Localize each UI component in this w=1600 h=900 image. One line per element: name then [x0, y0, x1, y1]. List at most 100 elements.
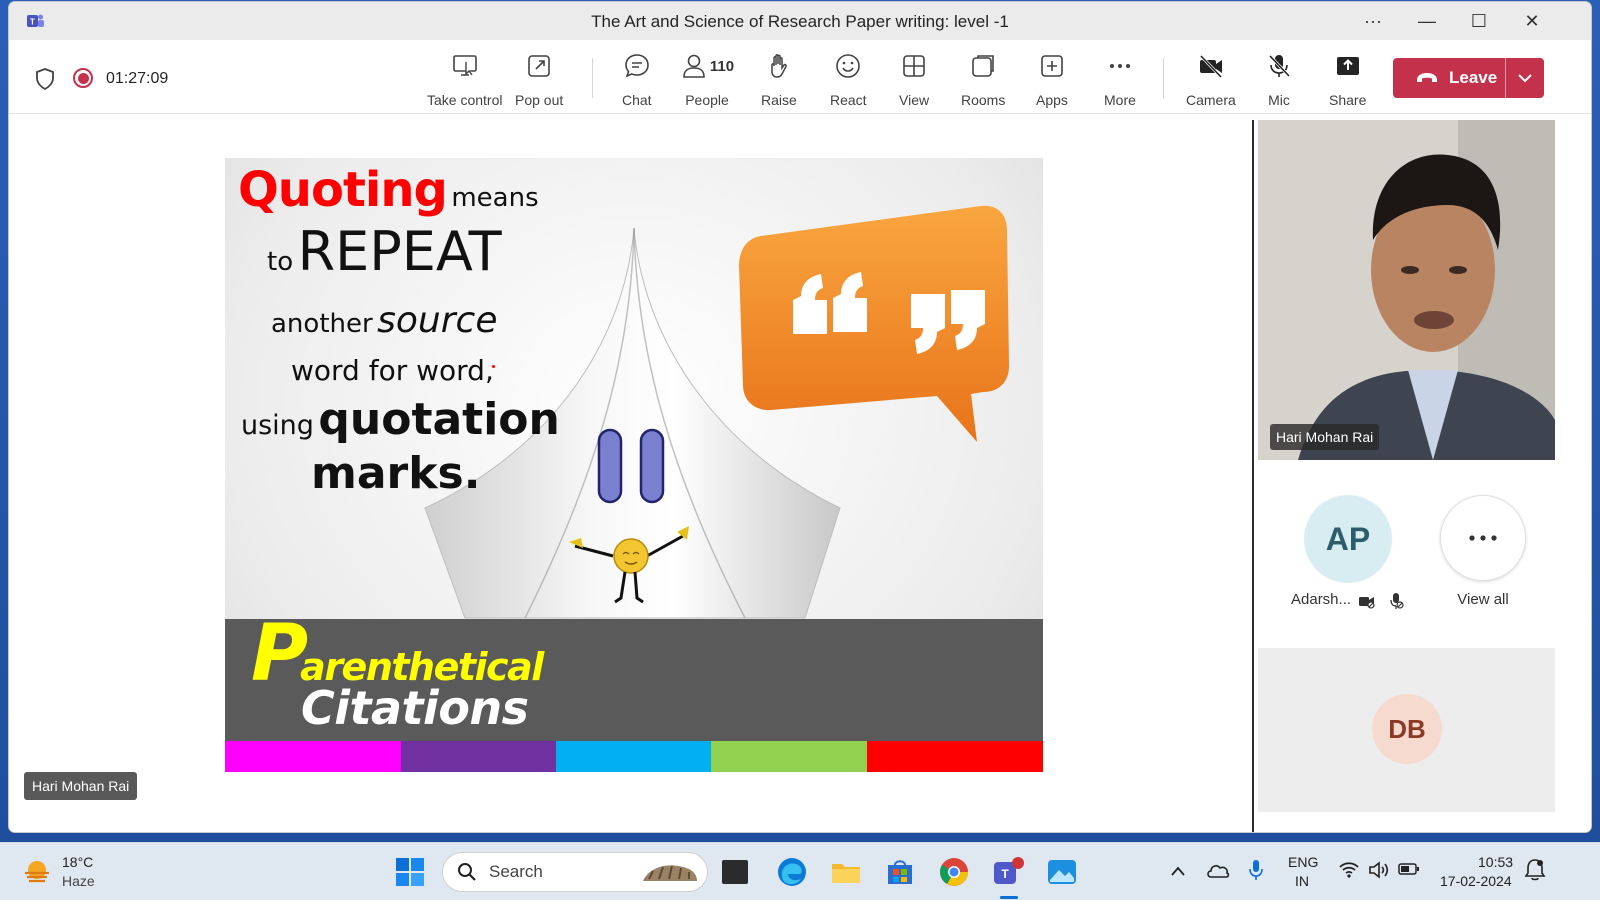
presenter-name-tag: Hari Mohan Rai [24, 772, 138, 800]
slide-line-repeat: to REPEAT [267, 220, 502, 283]
apps-icon [1041, 55, 1063, 77]
weather-haze-icon[interactable] [22, 857, 52, 887]
search-label: Search [489, 862, 543, 881]
search-icon [458, 863, 476, 881]
leave-options-button[interactable] [1506, 73, 1544, 83]
chevron-down-icon [1518, 74, 1532, 83]
slide-word-marks: marks. [311, 448, 481, 499]
onedrive-cloud-icon[interactable] [1206, 861, 1230, 879]
close-button[interactable]: ✕ [1505, 2, 1559, 40]
microsoft-store-icon[interactable] [884, 856, 916, 888]
people-button[interactable]: 110 People [679, 52, 735, 108]
clock-date[interactable]: 17-02-2024 [1440, 872, 1512, 890]
raise-label: Raise [761, 92, 797, 108]
teams-taskbar-icon[interactable]: T [992, 856, 1024, 888]
panel-divider [1252, 120, 1254, 832]
pop-out-button[interactable]: Pop out [515, 52, 563, 108]
phone-hangup-icon [1417, 73, 1437, 82]
windows-taskbar: 18°C Haze Search T ENG IN 10:53 17-02-20… [0, 842, 1600, 900]
share-button[interactable]: Share [1329, 52, 1366, 108]
more-button[interactable]: More [1104, 52, 1136, 108]
participant-tile-db[interactable]: DB [1258, 648, 1555, 812]
participant-avatar-ap[interactable]: AP [1304, 495, 1392, 583]
notification-bell-icon[interactable] [1524, 858, 1546, 882]
raise-hand-button[interactable]: Raise [761, 52, 797, 108]
chrome-browser-icon[interactable] [938, 856, 970, 888]
slide-word-to: to [267, 247, 294, 277]
leave-label: Leave [1449, 68, 1498, 87]
pop-out-icon [528, 55, 550, 77]
take-control-button[interactable]: Take control [427, 52, 502, 108]
more-icon [1109, 64, 1130, 68]
maximize-button[interactable]: ☐ [1452, 2, 1506, 40]
clock-time[interactable]: 10:53 [1478, 853, 1513, 871]
apps-label: Apps [1036, 92, 1068, 108]
slide-word-means: means [451, 183, 539, 213]
microphone-tray-icon[interactable] [1248, 858, 1264, 882]
participants-panel: Hari Mohan Rai AP Adarsh... View all DB [1254, 115, 1591, 832]
slide-footer-citations: Citations [301, 681, 529, 735]
cartoon-character-figure [569, 526, 689, 604]
camera-off-small-icon [1359, 597, 1375, 609]
leave-button[interactable]: Leave [1393, 58, 1544, 98]
presentation-slide: Quoting means to REPEAT another source w… [225, 158, 1043, 772]
search-highlight-image [643, 865, 697, 881]
chevron-up-icon[interactable] [1170, 865, 1186, 877]
view-all-button[interactable] [1440, 495, 1526, 581]
apps-button[interactable]: Apps [1036, 52, 1068, 108]
mic-off-small-icon [1390, 593, 1404, 609]
teams-meeting-window: T The Art and Science of Research Paper … [9, 2, 1591, 832]
rooms-label: Rooms [961, 92, 1006, 108]
chat-icon [624, 54, 649, 78]
view-button[interactable]: View [899, 52, 929, 108]
task-view-icon[interactable] [722, 860, 748, 884]
chat-button[interactable]: Chat [622, 52, 652, 108]
camera-button[interactable]: Camera [1186, 52, 1236, 108]
slide-word-another: another [271, 309, 373, 339]
photos-app-icon[interactable] [1046, 856, 1078, 888]
windows-start-icon[interactable] [395, 857, 425, 887]
people-icon [683, 54, 705, 78]
view-all-label: View all [1457, 591, 1509, 608]
active-app-indicator [1000, 896, 1018, 899]
weather-description: Haze [62, 873, 95, 889]
recording-icon [73, 68, 93, 88]
presenter-video-tile[interactable]: Hari Mohan Rai [1258, 120, 1555, 460]
mic-off-icon [1268, 54, 1291, 78]
language-indicator-line1[interactable]: ENG [1288, 853, 1318, 871]
color-bar-red [867, 741, 1043, 772]
slide-word-using: using [241, 410, 314, 441]
react-button[interactable]: React [830, 52, 867, 108]
pop-out-label: Pop out [515, 92, 564, 108]
battery-icon[interactable] [1398, 862, 1420, 876]
camera-off-icon [1199, 54, 1222, 79]
video-name-tag: Hari Mohan Rai [1270, 424, 1380, 450]
language-indicator-line2: IN [1295, 873, 1309, 889]
shield-icon[interactable] [35, 68, 55, 90]
slide-line-word-for-word: word for word, [291, 354, 494, 387]
more-options-button[interactable]: ··· [1346, 2, 1400, 40]
quote-speech-bubble [739, 205, 1009, 442]
participant-name-label: Adarsh... [1291, 591, 1352, 608]
file-explorer-icon[interactable] [830, 856, 862, 888]
rooms-icon [972, 55, 994, 77]
color-bar-green [711, 741, 867, 772]
slide-word-quotation: quotation [318, 394, 560, 445]
slide-word-quoting: Quoting [238, 162, 448, 218]
presenter-video-feed [1258, 120, 1555, 460]
minimize-button[interactable]: — [1400, 2, 1454, 40]
slide-word-repeat: REPEAT [297, 220, 502, 283]
wifi-icon[interactable] [1338, 861, 1360, 879]
quote-marks-figure [597, 428, 665, 504]
people-label: People [685, 92, 729, 108]
slide-line-source: another source [271, 300, 497, 341]
participant-avatar-db: DB [1372, 694, 1442, 764]
edge-browser-icon[interactable] [776, 856, 808, 888]
title-bar: T The Art and Science of Research Paper … [9, 2, 1591, 40]
color-bar-magenta [225, 741, 401, 772]
rooms-button[interactable]: Rooms [961, 52, 1005, 108]
taskbar-search-box[interactable]: Search [442, 852, 708, 892]
mic-button[interactable]: Mic [1265, 52, 1293, 108]
volume-icon[interactable] [1368, 860, 1390, 880]
slide-line-quotation: using quotation [241, 394, 560, 445]
